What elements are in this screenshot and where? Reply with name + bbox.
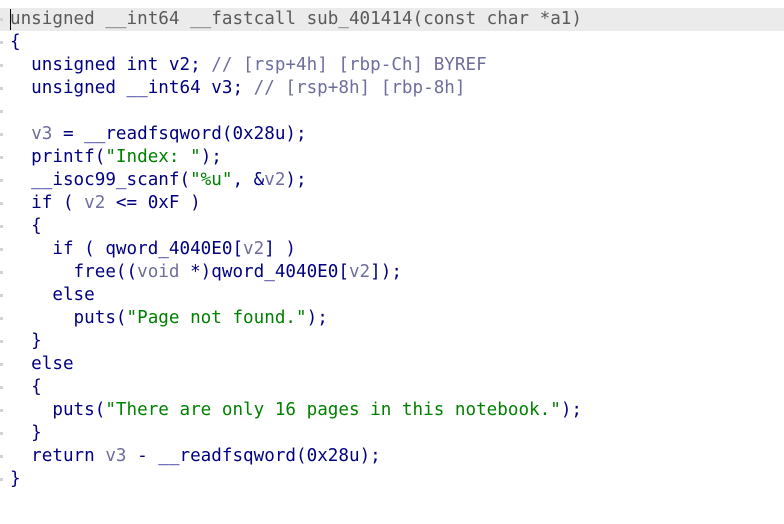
gutter-marker: [0, 225, 3, 228]
gutter-marker: [0, 156, 3, 159]
gutter-marker: [0, 248, 3, 251]
code-token: unsigned __int64 __fastcall sub_401414(c…: [10, 9, 582, 29]
code-token: if (: [10, 193, 85, 213]
code-line[interactable]: __isoc99_scanf("%u", &v2);: [10, 169, 307, 192]
code-line[interactable]: printf("Index: ");: [10, 146, 222, 169]
code-line[interactable]: free((void *)qword_4040E0[v2]);: [10, 261, 402, 284]
pseudocode-view[interactable]: unsigned __int64 __fastcall sub_401414(c…: [0, 0, 784, 524]
code-token: );: [200, 147, 222, 167]
gutter-marker: [0, 340, 3, 343]
code-token: void: [137, 262, 180, 282]
code-token: return: [10, 446, 106, 466]
code-token: {: [10, 377, 42, 397]
gutter-marker: [0, 64, 3, 67]
code-token: free((: [10, 262, 138, 282]
code-token: - __readfsqword(0x28u);: [126, 446, 381, 466]
code-line[interactable]: puts("There are only 16 pages in this no…: [10, 399, 582, 422]
gutter-marker: [0, 133, 3, 136]
code-line[interactable]: {: [10, 215, 42, 238]
code-token: puts(: [10, 308, 127, 328]
code-token: v2: [84, 193, 106, 213]
gutter-marker: [0, 432, 3, 435]
code-token: "Index: ": [105, 147, 201, 167]
code-line[interactable]: else: [10, 353, 74, 376]
code-token: unsigned __int64 v3;: [10, 78, 254, 98]
gutter-marker: [0, 455, 3, 458]
gutter-marker: [0, 363, 3, 366]
code-line[interactable]: puts("Page not found.");: [10, 307, 328, 330]
gutter-marker: [0, 18, 3, 21]
gutter-marker: [0, 294, 3, 297]
code-token: else: [10, 354, 74, 374]
code-token: "Page not found.": [126, 308, 307, 328]
gutter-marker: [0, 317, 3, 320]
code-token: __isoc99_scanf(: [10, 170, 191, 190]
code-line[interactable]: if ( qword_4040E0[v2] ): [10, 238, 296, 261]
code-token: }: [10, 469, 21, 489]
code-token: {: [10, 32, 21, 52]
gutter-marker: [0, 202, 3, 205]
code-line[interactable]: }: [10, 330, 42, 353]
code-token: v2: [243, 239, 265, 259]
code-line[interactable]: }: [10, 422, 42, 445]
code-token: unsigned int v2;: [10, 55, 212, 75]
code-token: v2: [348, 262, 371, 282]
code-token: v2: [264, 170, 286, 190]
code-line[interactable]: if ( v2 <= 0xF ): [10, 192, 201, 215]
code-token: v3: [105, 446, 127, 466]
code-token: else: [10, 285, 95, 305]
code-token: );: [306, 308, 328, 328]
code-line[interactable]: v3 = __readfsqword(0x28u);: [10, 123, 307, 146]
code-line[interactable]: unsigned __int64 __fastcall sub_401414(c…: [10, 8, 582, 31]
code-line[interactable]: else: [10, 284, 95, 307]
gutter-marker: [0, 87, 3, 90]
code-token: }: [10, 331, 42, 351]
code-token: {: [10, 216, 42, 236]
code-line[interactable]: return v3 - __readfsqword(0x28u);: [10, 445, 381, 468]
gutter-marker: [0, 386, 3, 389]
code-token: puts(: [10, 400, 106, 420]
code-token: = __readfsqword(0x28u);: [52, 124, 307, 144]
code-line[interactable]: }: [10, 468, 21, 491]
code-line[interactable]: {: [10, 31, 21, 54]
code-token: );: [560, 400, 583, 420]
code-token: <= 0xF ): [105, 193, 201, 213]
gutter-marker: [0, 271, 3, 274]
code-token: , &: [232, 170, 265, 190]
code-token: *)qword_4040E0[: [179, 262, 349, 282]
gutter-marker: [0, 110, 3, 113]
code-token: // [rsp+8h] [rbp-8h]: [253, 78, 466, 98]
code-token: "%u": [190, 170, 233, 190]
code-token: );: [285, 170, 307, 190]
code-token: printf(: [10, 147, 106, 167]
code-line[interactable]: {: [10, 376, 42, 399]
gutter-marker: [0, 409, 3, 412]
gutter-marker: [0, 41, 3, 44]
gutter-marker: [0, 179, 3, 182]
text-cursor: [10, 9, 11, 30]
code-line[interactable]: unsigned __int64 v3; // [rsp+8h] [rbp-8h…: [10, 77, 465, 100]
code-token: "There are only 16 pages in this noteboo…: [105, 400, 561, 420]
code-token: ] ): [264, 239, 297, 259]
code-token: // [rsp+4h] [rbp-Ch] BYREF: [211, 55, 487, 75]
line-gutter: [0, 0, 6, 524]
code-token: }: [10, 423, 42, 443]
code-token: ]);: [370, 262, 402, 282]
code-token: v3: [31, 124, 53, 144]
code-line[interactable]: unsigned int v2; // [rsp+4h] [rbp-Ch] BY…: [10, 54, 487, 77]
gutter-marker: [0, 478, 3, 481]
code-token: if ( qword_4040E0[: [10, 239, 244, 259]
